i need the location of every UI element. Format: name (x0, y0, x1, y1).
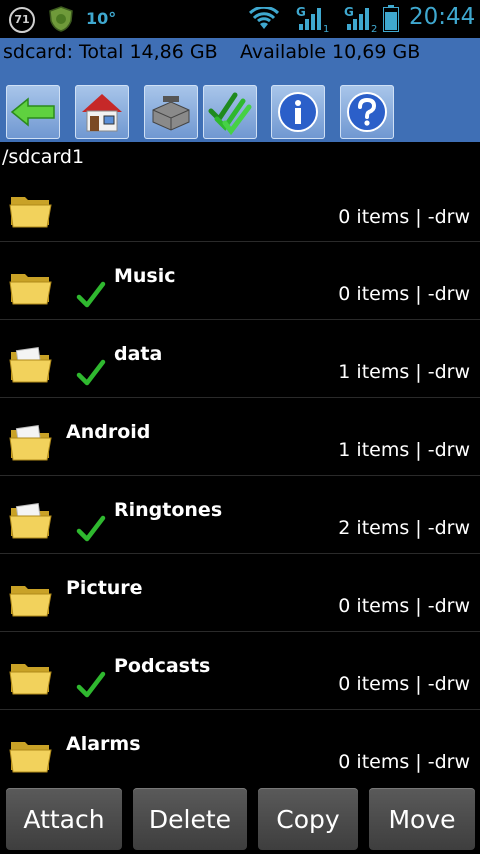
list-item[interactable]: Podcasts 0 items | -drw (0, 632, 480, 710)
signal-strength-icon: G 2 (344, 5, 377, 34)
folder-icon (9, 664, 52, 695)
list-item[interactable]: Android 1 items | -drw (0, 398, 480, 476)
wifi-icon (248, 7, 280, 29)
temperature-text: 10° (86, 9, 117, 28)
attach-button[interactable]: Attach (6, 788, 122, 850)
file-meta: 0 items | -drw (338, 751, 470, 773)
info-icon (278, 92, 318, 132)
status-bar: 71 10° G 1 G 2 20:44 (0, 0, 480, 38)
checkmark-icon (76, 515, 106, 542)
folder-icon (9, 425, 52, 461)
help-icon (347, 92, 387, 132)
file-meta: 2 items | -drw (338, 517, 470, 539)
folder-icon (9, 347, 52, 383)
list-item[interactable]: Alarms 0 items | -drw (0, 710, 480, 788)
folder-icon (9, 586, 52, 617)
copy-button[interactable]: Copy (258, 788, 358, 850)
file-name: Android (66, 421, 151, 443)
list-item[interactable]: 0 items | -drw (0, 165, 480, 242)
file-list: 0 items | -drw Music 0 items | -drw data 1 i… (0, 165, 480, 788)
notification-badge: 71 (9, 7, 35, 33)
signal-strength-icon: G 1 (296, 5, 329, 34)
list-item[interactable]: data 1 items | -drw (0, 320, 480, 398)
file-name: Picture (66, 577, 143, 599)
file-meta: 1 items | -drw (338, 439, 470, 461)
folder-icon (9, 274, 52, 305)
shield-icon (49, 6, 73, 32)
delete-button[interactable]: Delete (133, 788, 247, 850)
list-item[interactable]: Music 0 items | -drw (0, 242, 480, 320)
file-name: Alarms (66, 733, 141, 755)
file-meta: 0 items | -drw (338, 595, 470, 617)
list-item[interactable]: Ringtones 2 items | -drw (0, 476, 480, 554)
file-meta: 0 items | -drw (338, 206, 470, 228)
svg-text:1: 1 (323, 24, 329, 34)
checkmark-icon (76, 671, 106, 698)
action-bar: Attach Delete Copy Move (0, 782, 480, 854)
info-button[interactable] (271, 85, 325, 139)
storage-total-text: sdcard: Total 14,86 GB (3, 41, 218, 63)
back-button[interactable] (6, 85, 60, 139)
battery-icon (383, 5, 399, 32)
clock-text: 20:44 (409, 4, 476, 30)
svg-text:G: G (296, 5, 306, 19)
file-name: data (114, 343, 163, 365)
toolbox-icon (152, 96, 190, 131)
select-all-button[interactable] (203, 85, 257, 139)
file-name: Ringtones (114, 499, 223, 521)
toolbar (0, 70, 480, 142)
checkmark-icon (76, 359, 106, 386)
home-button[interactable] (75, 85, 129, 139)
multi-select-icon (208, 92, 252, 135)
folder-icon (9, 197, 52, 228)
file-meta: 0 items | -drw (338, 673, 470, 695)
tools-button[interactable] (144, 85, 198, 139)
folder-icon (9, 503, 52, 539)
file-meta: 1 items | -drw (338, 361, 470, 383)
storage-available-text: Available 10,69 GB (240, 41, 421, 63)
back-arrow-icon (10, 97, 55, 127)
checkmark-icon (76, 281, 106, 308)
storage-info-bar: sdcard: Total 14,86 GB Available 10,69 G… (0, 38, 480, 70)
list-item[interactable]: Picture 0 items | -drw (0, 554, 480, 632)
svg-text:2: 2 (371, 24, 377, 34)
move-button[interactable]: Move (369, 788, 475, 850)
help-button[interactable] (340, 85, 394, 139)
file-name: Music (114, 265, 176, 287)
folder-icon (9, 742, 52, 773)
file-name: Podcasts (114, 655, 211, 677)
file-meta: 0 items | -drw (338, 283, 470, 305)
svg-text:G: G (344, 5, 354, 19)
home-icon (82, 94, 122, 132)
